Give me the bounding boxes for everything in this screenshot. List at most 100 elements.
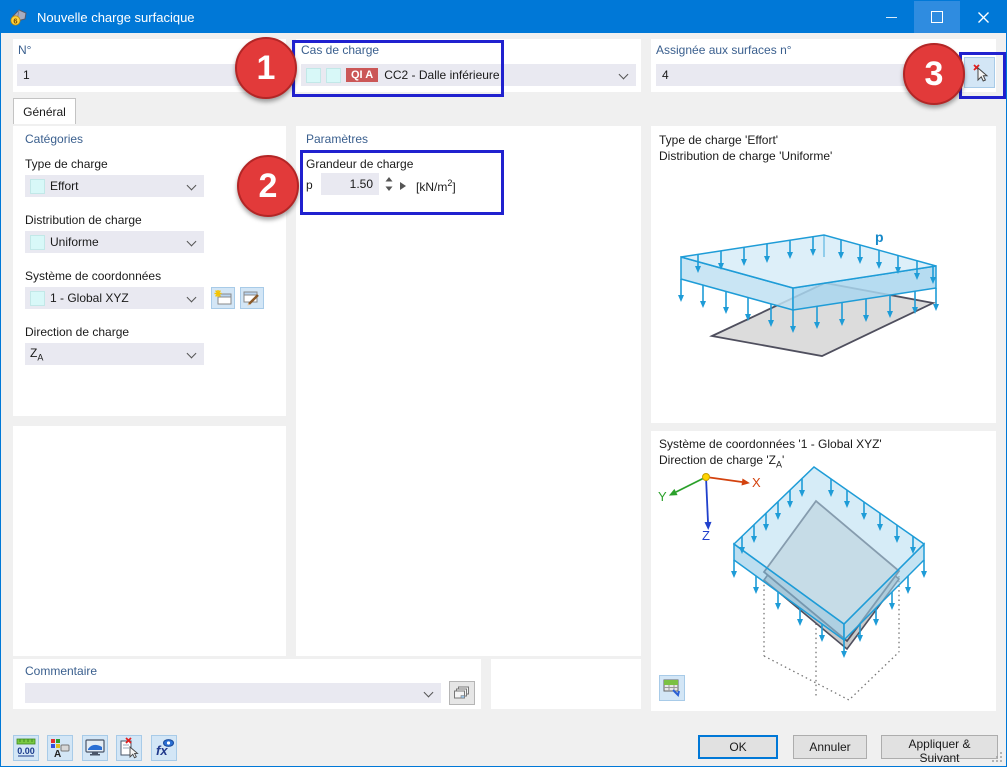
comment-templates-button[interactable]: [449, 681, 475, 705]
load-case-category-badge: QI A: [346, 68, 379, 82]
titlebar[interactable]: 6 Nouvelle charge surfacique: [1, 1, 1006, 33]
formulas-button[interactable]: fx: [151, 735, 177, 761]
distribution-label: Distribution de charge: [25, 213, 142, 227]
preview-load-line2: Distribution de charge 'Uniforme': [659, 149, 833, 163]
monitor-icon: [85, 739, 105, 756]
comment-panel: Commentaire: [13, 659, 481, 709]
document-pick-icon: [120, 737, 139, 759]
window-title: Nouvelle charge surfacique: [37, 9, 195, 25]
edit-window-icon: [243, 291, 259, 306]
units-decimals-icon: 0.00: [16, 738, 36, 757]
pick-new-objects-button[interactable]: [116, 735, 142, 761]
chevron-down-icon: [423, 687, 434, 698]
p-value-spinner[interactable]: [383, 173, 395, 195]
new-coordinate-system-button[interactable]: [211, 287, 235, 309]
chevron-down-icon: [186, 236, 197, 247]
tab-general[interactable]: Général: [13, 98, 76, 124]
minimize-button[interactable]: [868, 1, 914, 33]
uniform-load-diagram: p: [677, 229, 940, 357]
load-type-label: Type de charge: [25, 157, 108, 171]
categories-header: Catégories: [25, 132, 84, 146]
p-value-input[interactable]: 1.50: [321, 173, 379, 195]
app-icon-badge: 6: [13, 16, 17, 25]
picture-toggle-icon: [663, 679, 680, 697]
load-type-combo[interactable]: Effort: [25, 175, 204, 197]
load-case-panel: Cas de charge QI A CC2 - Dalle inférieur…: [296, 39, 641, 92]
surfaces-label: Assignée aux surfaces n°: [656, 43, 792, 57]
surfaces-panel: Assignée aux surfaces n° 4: [651, 39, 996, 92]
comment-combo[interactable]: [25, 683, 441, 703]
surfaces-value: 4: [662, 68, 669, 82]
load-magnitude-label: p: [875, 229, 884, 245]
cancel-button[interactable]: Annuler: [793, 735, 867, 759]
direction-combo[interactable]: ZA: [25, 343, 204, 365]
apply-next-button[interactable]: Appliquer & Suivant: [881, 735, 998, 765]
spinner-arrows-icon: [385, 177, 393, 191]
ok-button[interactable]: OK: [698, 735, 778, 759]
parameters-panel: Paramètres Grandeur de charge p 1.50 [kN…: [296, 126, 641, 656]
empty-left-panel: [13, 426, 286, 656]
comment-header: Commentaire: [25, 664, 98, 678]
load-case-value: CC2 - Dalle inférieure: [384, 68, 500, 82]
preview-load-line1: Type de charge 'Effort': [659, 133, 779, 147]
new-surface-load-dialog: 6 Nouvelle charge surfacique N° 1 Cas de…: [0, 0, 1007, 767]
axis-y-label: Y: [658, 489, 667, 504]
magnitude-group-label: Grandeur de charge: [306, 157, 414, 171]
coord-system-color-chip: [30, 290, 45, 306]
empty-bottom-panel: [491, 659, 641, 709]
chevron-down-icon: [186, 348, 197, 359]
p-symbol: p: [306, 178, 313, 192]
close-button[interactable]: [960, 1, 1006, 33]
pick-cursor-icon: [973, 64, 989, 82]
load-case-color-chip-2: [326, 67, 341, 83]
axis-z-label: Z: [702, 528, 710, 543]
maximize-icon: [931, 11, 943, 23]
preview-direction-panel: Système de coordonnées '1 - Global XYZ' …: [651, 431, 996, 711]
formula-fx-icon: fx: [156, 739, 174, 758]
load-type-value: Effort: [50, 179, 79, 193]
direction-value: ZA: [30, 345, 44, 363]
number-panel: N° 1: [13, 39, 286, 92]
direction-label: Direction de charge: [25, 325, 130, 339]
coord-system-combo[interactable]: 1 - Global XYZ: [25, 287, 204, 309]
new-window-star-icon: [214, 290, 232, 305]
close-icon: [977, 11, 989, 23]
distribution-value: Uniforme: [50, 235, 99, 249]
p-value-expand-button[interactable]: [399, 178, 409, 190]
load-case-label: Cas de charge: [301, 43, 380, 57]
rendering-settings-button[interactable]: [82, 735, 108, 761]
surfaces-input[interactable]: 4: [656, 64, 958, 86]
minimize-icon: [885, 16, 897, 18]
preview-load-panel: Type de charge 'Effort' Distribution de …: [651, 126, 996, 423]
resize-grip[interactable]: [991, 751, 1003, 763]
load-case-combo[interactable]: QI A CC2 - Dalle inférieure: [301, 64, 636, 86]
display-properties-button[interactable]: A: [47, 735, 73, 761]
categories-panel: Catégories Type de charge Effort Distrib…: [13, 126, 286, 416]
chevron-down-icon: [618, 69, 629, 80]
number-label: N°: [18, 43, 32, 57]
edit-coordinate-system-button[interactable]: [240, 287, 264, 309]
parameters-header: Paramètres: [306, 132, 369, 146]
right-arrow-icon: [400, 182, 406, 190]
chevron-down-icon: [186, 180, 197, 191]
svg-text:A: A: [54, 749, 61, 759]
distribution-combo[interactable]: Uniforme: [25, 231, 204, 253]
window-controls: [868, 1, 1006, 33]
distribution-color-chip: [30, 234, 45, 250]
axis-x-label: X: [752, 475, 761, 490]
p-value: 1.50: [349, 177, 373, 191]
number-value: 1: [23, 68, 30, 82]
toggle-preview-graphic-button[interactable]: [659, 675, 685, 701]
units-settings-button[interactable]: 0.00: [13, 735, 39, 761]
stacked-pages-icon: [454, 686, 469, 699]
number-input[interactable]: 1: [17, 64, 282, 86]
coord-system-value: 1 - Global XYZ: [50, 291, 129, 305]
app-icon: 6: [10, 8, 29, 26]
preview-direction-line1: Système de coordonnées '1 - Global XYZ': [659, 437, 882, 451]
p-unit: [kN/m2]: [416, 178, 456, 194]
maximize-button[interactable]: [914, 1, 960, 33]
svg-text:fx: fx: [156, 743, 168, 758]
coord-system-label: Système de coordonnées: [25, 269, 162, 283]
display-properties-icon: A: [51, 739, 70, 759]
pick-surfaces-button[interactable]: [964, 57, 995, 88]
